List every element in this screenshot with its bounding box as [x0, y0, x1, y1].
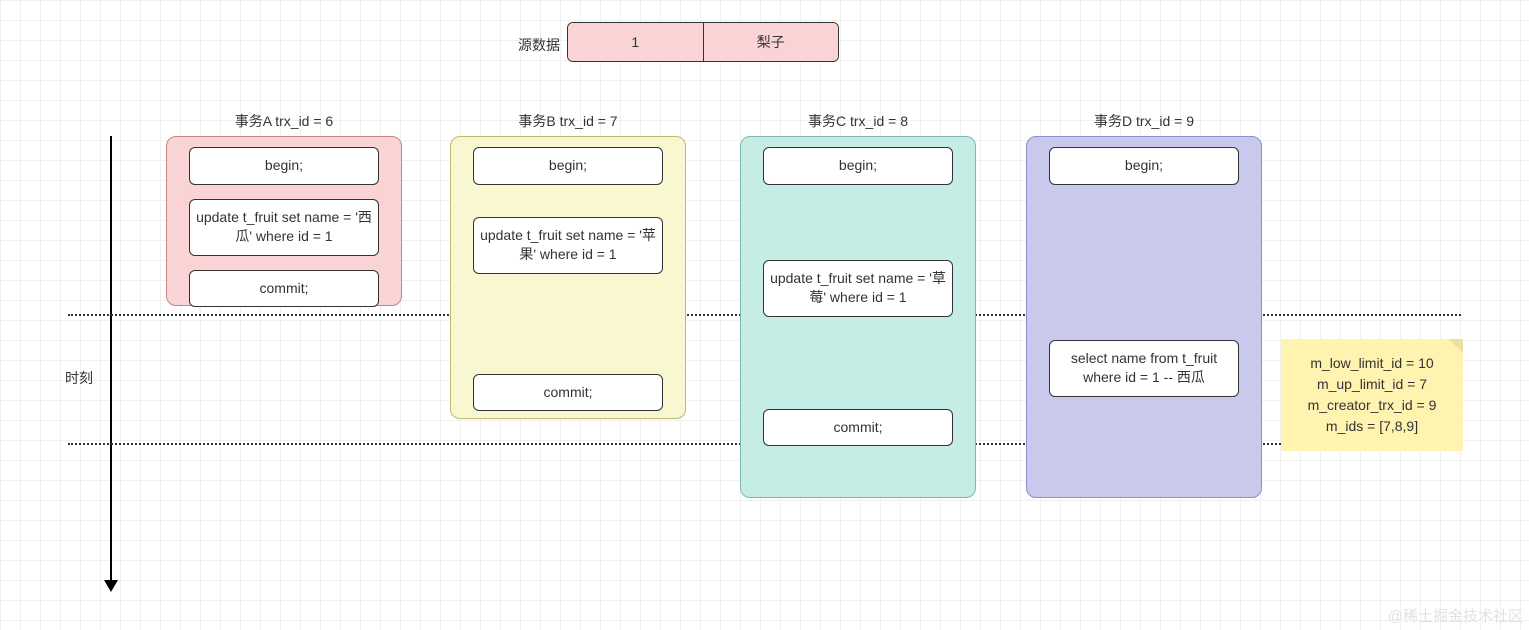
transaction-a-box: 事务A trx_id = 6 begin; update t_fruit set…	[166, 136, 402, 306]
timeline-arrow-head-icon	[104, 580, 118, 592]
note-line-1: m_low_limit_id = 10	[1291, 353, 1453, 374]
watermark: @稀土掘金技术社区	[1388, 605, 1523, 626]
readview-note: m_low_limit_id = 10 m_up_limit_id = 7 m_…	[1281, 339, 1463, 451]
note-line-4: m_ids = [7,8,9]	[1291, 416, 1453, 437]
trx-b-commit: commit;	[473, 374, 663, 412]
source-data-label: 源数据	[490, 35, 560, 55]
timeline-label: 时刻	[65, 368, 93, 388]
source-data-row: 1 梨子	[567, 22, 839, 62]
note-line-3: m_creator_trx_id = 9	[1291, 395, 1453, 416]
transaction-c-box: 事务C trx_id = 8 begin; update t_fruit set…	[740, 136, 976, 498]
note-line-2: m_up_limit_id = 7	[1291, 374, 1453, 395]
source-cell-id: 1	[568, 23, 703, 61]
source-cell-name: 梨子	[703, 23, 839, 61]
trx-c-begin: begin;	[763, 147, 953, 185]
transaction-b-box: 事务B trx_id = 7 begin; update t_fruit set…	[450, 136, 686, 419]
trx-d-select: select name from t_fruit where id = 1 --…	[1049, 340, 1239, 397]
transaction-c-title: 事务C trx_id = 8	[741, 111, 975, 131]
transaction-a-title: 事务A trx_id = 6	[167, 111, 401, 131]
transaction-b-title: 事务B trx_id = 7	[451, 111, 685, 131]
trx-c-commit: commit;	[763, 409, 953, 447]
timeline-arrow-line	[110, 136, 112, 584]
trx-a-update: update t_fruit set name = '西瓜' where id …	[189, 199, 379, 256]
trx-b-begin: begin;	[473, 147, 663, 185]
transaction-d-box: 事务D trx_id = 9 begin; select name from t…	[1026, 136, 1262, 498]
trx-c-update: update t_fruit set name = '草莓' where id …	[763, 260, 953, 317]
transaction-d-title: 事务D trx_id = 9	[1027, 111, 1261, 131]
trx-b-update: update t_fruit set name = '苹果' where id …	[473, 217, 663, 274]
trx-d-begin: begin;	[1049, 147, 1239, 185]
trx-a-begin: begin;	[189, 147, 379, 185]
trx-a-commit: commit;	[189, 270, 379, 308]
